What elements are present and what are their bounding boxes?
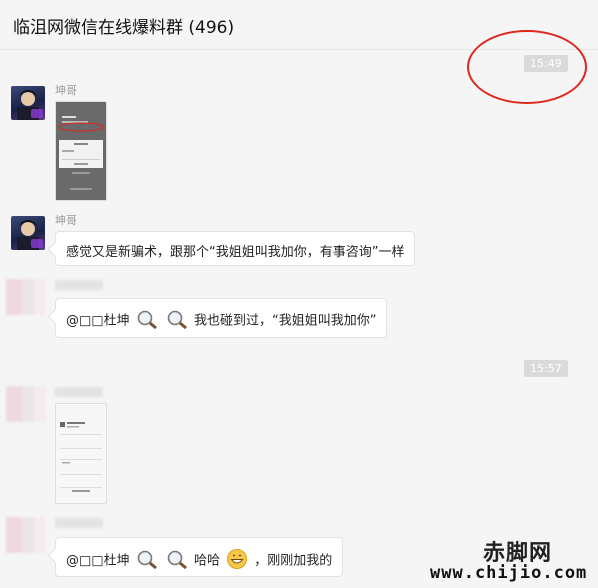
message-text: 我也碰到过，“我姐姐叫我加你” [194,313,377,329]
sender-name-blurred [55,518,103,528]
timestamp: 15:49 [524,55,568,72]
magnifier-icon [166,309,188,333]
sender-name-blurred [55,387,103,397]
screenshot-thumbnail [56,404,106,503]
watermark-url: www.chijio.com [430,563,588,583]
text-message[interactable]: @□□杜坤 哈哈 ，刚刚加我的 [55,537,344,577]
avatar[interactable] [11,86,45,120]
message-text: ，刚刚加我的 [254,553,333,569]
person-photo-icon [17,90,43,120]
avatar[interactable] [11,216,45,250]
sender-name-blurred [55,280,103,290]
avatar[interactable] [6,517,46,553]
text-message[interactable]: 感觉又是新骗术，跟那个“我姐姐叫我加你，有事咨询”一样 [55,231,416,266]
person-photo-icon [17,220,43,250]
timestamp: 15:57 [524,360,568,377]
mention: @□□杜坤 [66,553,130,569]
magnifier-icon [166,549,188,573]
group-title[interactable]: 临沮网微信在线爆料群 (496) [13,13,234,38]
message-text: 哈哈 [194,553,221,569]
sender-name: 坤哥 [55,214,77,227]
magnifier-icon [136,549,158,573]
magnifier-icon [136,309,158,333]
avatar[interactable] [6,279,46,315]
grin-emoji-icon [226,548,248,574]
mention: @□□杜坤 [66,313,130,329]
image-message[interactable] [55,403,107,504]
avatar[interactable] [6,386,46,422]
message-text: 感觉又是新骗术，跟那个“我姐姐叫我加你，有事咨询”一样 [66,245,405,260]
screenshot-thumbnail [56,102,106,200]
image-message[interactable] [55,101,107,201]
chat-area[interactable]: 15:49 坤哥 坤哥 感觉又是新骗术，跟那个“我姐姐叫我加你，有事咨询”一样 … [0,50,598,588]
text-message[interactable]: @□□杜坤 我也碰到过，“我姐姐叫我加你” [55,298,388,338]
sender-name: 坤哥 [55,84,77,97]
